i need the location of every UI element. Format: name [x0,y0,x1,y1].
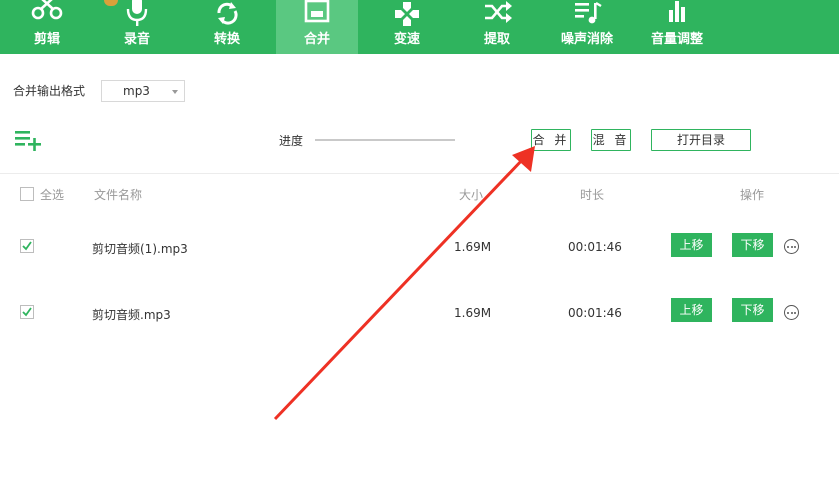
file-duration: 00:01:46 [568,306,622,320]
check-icon [22,307,32,317]
progress-label: 进度 [279,134,304,148]
speed-icon [366,0,448,28]
tool-label: 剪辑 [33,32,60,47]
move-up-button[interactable]: 上移 [671,298,712,322]
move-up-button[interactable]: 上移 [671,233,712,257]
tool-label: 变速 [393,32,420,47]
tool-volume[interactable]: 音量调整 [636,0,718,54]
file-name: 剪切音频.mp3 [92,308,171,322]
table-row: 剪切音频(1).mp3 1.69M 00:01:46 上移 下移 [0,216,839,276]
merge-icon [276,0,358,28]
open-directory-button[interactable]: 打开目录 [651,129,751,151]
more-options-icon[interactable] [784,305,799,320]
scissors-icon [6,0,88,28]
convert-icon [186,0,268,28]
merge-button[interactable]: 合 并 [531,129,571,151]
mix-button[interactable]: 混 音 [591,129,631,151]
file-size: 1.69M [454,240,492,254]
output-format-value: mp3 [123,84,150,98]
tool-speed[interactable]: 变速 [366,0,448,54]
tool-convert[interactable]: 转换 [186,0,268,54]
divider [0,173,839,174]
tool-label: 音量调整 [650,32,703,47]
tool-label: 提取 [483,32,510,47]
add-files-icon[interactable] [15,129,43,154]
tool-label: 噪声消除 [560,32,613,47]
tool-record[interactable]: 录音 [96,0,178,54]
tool-label: 合并 [303,32,330,47]
check-icon [22,241,32,251]
row-checkbox[interactable] [20,305,34,319]
move-down-button[interactable]: 下移 [732,233,773,257]
microphone-icon [96,0,178,28]
noise-removal-icon [546,0,628,28]
file-size: 1.69M [454,306,492,320]
row-checkbox[interactable] [20,239,34,253]
tool-merge[interactable]: 合并 [276,0,358,54]
volume-bars-icon [636,0,718,28]
header-operations: 操作 [740,188,765,202]
header-duration: 时长 [580,188,605,202]
tool-extract[interactable]: 提取 [456,0,538,54]
chevron-down-icon [172,90,178,94]
progress-bar [315,139,455,141]
tool-cut[interactable]: 剪辑 [6,0,88,54]
output-format-select[interactable]: mp3 [101,80,185,102]
header-size: 大小 [459,188,484,202]
tool-label: 录音 [123,32,150,47]
table-row: 剪切音频.mp3 1.69M 00:01:46 上移 下移 [0,282,839,342]
header-file-name: 文件名称 [94,188,143,202]
file-duration: 00:01:46 [568,240,622,254]
file-name: 剪切音频(1).mp3 [92,242,188,256]
tool-label: 转换 [213,32,240,47]
more-options-icon[interactable] [784,239,799,254]
tool-noise-removal[interactable]: 噪声消除 [546,0,628,54]
move-down-button[interactable]: 下移 [732,298,773,322]
shuffle-icon [456,0,538,28]
main-toolbar: 剪辑 录音 转换 合并 变速 提取 噪声消除 音量调整 [0,0,839,54]
select-all-checkbox[interactable] [20,187,34,201]
select-all-label: 全选 [40,188,65,202]
output-format-label: 合并输出格式 [13,84,86,98]
